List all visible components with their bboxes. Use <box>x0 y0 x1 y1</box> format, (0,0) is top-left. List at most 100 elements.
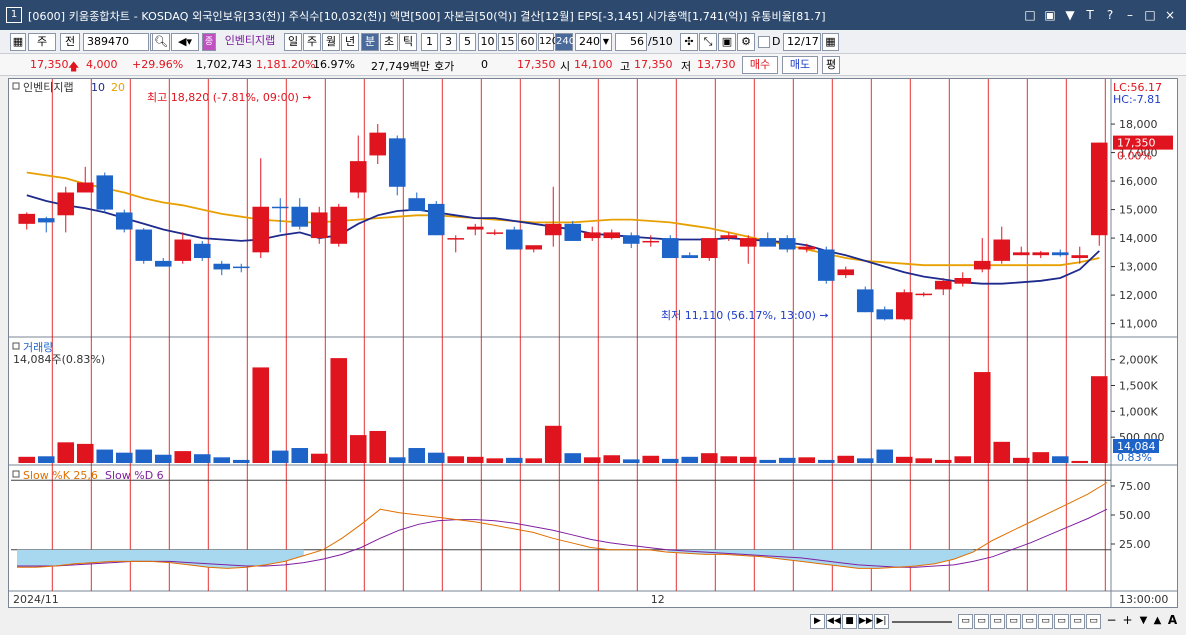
settings-icon[interactable]: ⚙ <box>737 33 755 51</box>
sound-icon[interactable]: ◀▾ <box>171 33 199 51</box>
volume-bar <box>954 456 972 463</box>
calendar-icon[interactable]: ▦ <box>822 33 839 51</box>
layout-6-icon[interactable]: ▭ <box>1038 614 1053 629</box>
crosshair-icon[interactable]: ✣ <box>680 33 698 51</box>
font-size-icon[interactable]: A <box>1165 614 1180 629</box>
minute-1[interactable]: 1 <box>421 33 438 51</box>
candle-body <box>18 213 36 224</box>
sell-button[interactable]: 매도 <box>782 56 818 74</box>
candle-body <box>37 218 55 223</box>
layout-8-icon[interactable]: ▭ <box>1070 614 1085 629</box>
volume-bar <box>583 457 601 463</box>
volume-bar <box>486 458 504 463</box>
save-icon[interactable]: ▣ <box>718 33 736 51</box>
date-input[interactable]: 12/17 <box>783 33 821 51</box>
minute-3[interactable]: 3 <box>440 33 457 51</box>
candle-body <box>349 161 367 193</box>
stock-code-input[interactable]: 389470 <box>83 33 149 51</box>
chart-svg[interactable]: 18,00017,00016,00015,00014,00013,00012,0… <box>9 79 1177 607</box>
range-toggle[interactable]: 전 <box>60 33 80 51</box>
candle-body <box>310 212 328 239</box>
chart-area[interactable]: 18,000 17,000 16,000 15,000 14,000 13,000 12,0… <box>8 78 1178 608</box>
volume-bar <box>544 425 562 463</box>
candle-body <box>76 182 94 193</box>
market-type-select[interactable]: 주 <box>28 33 56 51</box>
help-icon[interactable]: ? <box>1102 7 1118 23</box>
minute-120[interactable]: 120 <box>538 33 558 51</box>
period-tick[interactable]: 틱 <box>399 33 417 51</box>
volume-current-pct: 0.83% <box>1117 451 1152 464</box>
candle-body <box>447 238 465 240</box>
pin-icon[interactable]: ▼ <box>1062 7 1078 23</box>
layout-7-icon[interactable]: ▭ <box>1054 614 1069 629</box>
stop-icon[interactable]: ■ <box>842 614 857 629</box>
period-day[interactable]: 일 <box>284 33 302 51</box>
period-month[interactable]: 월 <box>322 33 340 51</box>
x-label-month: 12 <box>651 593 665 606</box>
minute-5[interactable]: 5 <box>459 33 476 51</box>
draw-icon[interactable]: ⤡ <box>699 33 717 51</box>
price-tick-label: 12,000 <box>1119 289 1158 302</box>
period-week[interactable]: 주 <box>303 33 321 51</box>
layout-1-icon[interactable]: ▭ <box>958 614 973 629</box>
scale-up-icon[interactable]: ▲ <box>1150 614 1165 629</box>
candle-body <box>915 293 933 296</box>
zoom-slider[interactable] <box>892 621 952 623</box>
hoga-value: 0 <box>481 58 488 71</box>
candle-body <box>291 206 309 227</box>
eval-button[interactable]: 평 <box>822 56 840 74</box>
zoom-out-icon[interactable]: − <box>1104 614 1119 629</box>
candle-body <box>115 212 133 230</box>
volume-bar <box>973 372 991 463</box>
menu-icon[interactable]: ▦ <box>10 33 26 51</box>
layout-9-icon[interactable]: ▭ <box>1086 614 1101 629</box>
layout-3-icon[interactable]: ▭ <box>990 614 1005 629</box>
minute-10[interactable]: 10 <box>478 33 497 51</box>
volume-bar <box>622 459 640 463</box>
period-year[interactable]: 년 <box>341 33 359 51</box>
candle-body <box>486 232 504 234</box>
period-second[interactable]: 초 <box>380 33 398 51</box>
scroll-start-icon[interactable]: ▶ <box>810 614 825 629</box>
search-icon[interactable]: 🔍︎ <box>152 33 170 51</box>
date-checkbox[interactable] <box>758 36 770 48</box>
stoch-tick-label: 75.00 <box>1119 480 1151 493</box>
minimize-icon[interactable]: – <box>1122 7 1138 23</box>
layout-icon[interactable]: ▣ <box>1042 7 1058 23</box>
minute-select[interactable]: 240 <box>575 33 601 51</box>
minute-240[interactable]: 240 <box>555 33 575 51</box>
volume-bar <box>349 435 367 463</box>
change-percent: +29.96% <box>132 58 184 71</box>
zoom-in-icon[interactable]: + <box>1120 614 1135 629</box>
candle-body <box>193 243 211 259</box>
close-icon[interactable]: × <box>1162 7 1178 23</box>
scale-down-icon[interactable]: ▼ <box>1136 614 1151 629</box>
candle-body <box>856 289 874 313</box>
layout-2-icon[interactable]: ▭ <box>974 614 989 629</box>
scroll-end-icon[interactable]: ▶| <box>874 614 889 629</box>
stoch-menu-icon <box>12 470 20 478</box>
count-total: /510 <box>648 35 673 48</box>
candle-body <box>505 229 523 250</box>
minute-15[interactable]: 15 <box>498 33 517 51</box>
volume-bar <box>76 443 94 463</box>
price-tick-label: 13,000 <box>1119 261 1158 274</box>
minute-dropdown-icon[interactable]: ▼ <box>600 33 612 51</box>
maximize-icon[interactable]: □ <box>1142 7 1158 23</box>
scroll-next-icon[interactable]: ▶▶ <box>858 614 873 629</box>
buy-button[interactable]: 매수 <box>742 56 778 74</box>
scroll-prev-icon[interactable]: ◀◀ <box>826 614 841 629</box>
candle-body <box>330 206 348 244</box>
layout-5-icon[interactable]: ▭ <box>1022 614 1037 629</box>
layout-4-icon[interactable]: ▭ <box>1006 614 1021 629</box>
volume-bar <box>837 455 855 463</box>
dock-icon[interactable]: □ <box>1022 7 1038 23</box>
candle-body <box>408 198 426 212</box>
group-icon[interactable]: 종 <box>202 33 216 51</box>
font-icon[interactable]: T <box>1082 7 1098 23</box>
period-minute[interactable]: 분 <box>361 33 379 51</box>
trade-amount: 27,749백만 <box>371 60 430 73</box>
count-input[interactable]: 56 <box>615 33 647 51</box>
low-label: 저 <box>681 60 692 73</box>
minute-60[interactable]: 60 <box>518 33 537 51</box>
